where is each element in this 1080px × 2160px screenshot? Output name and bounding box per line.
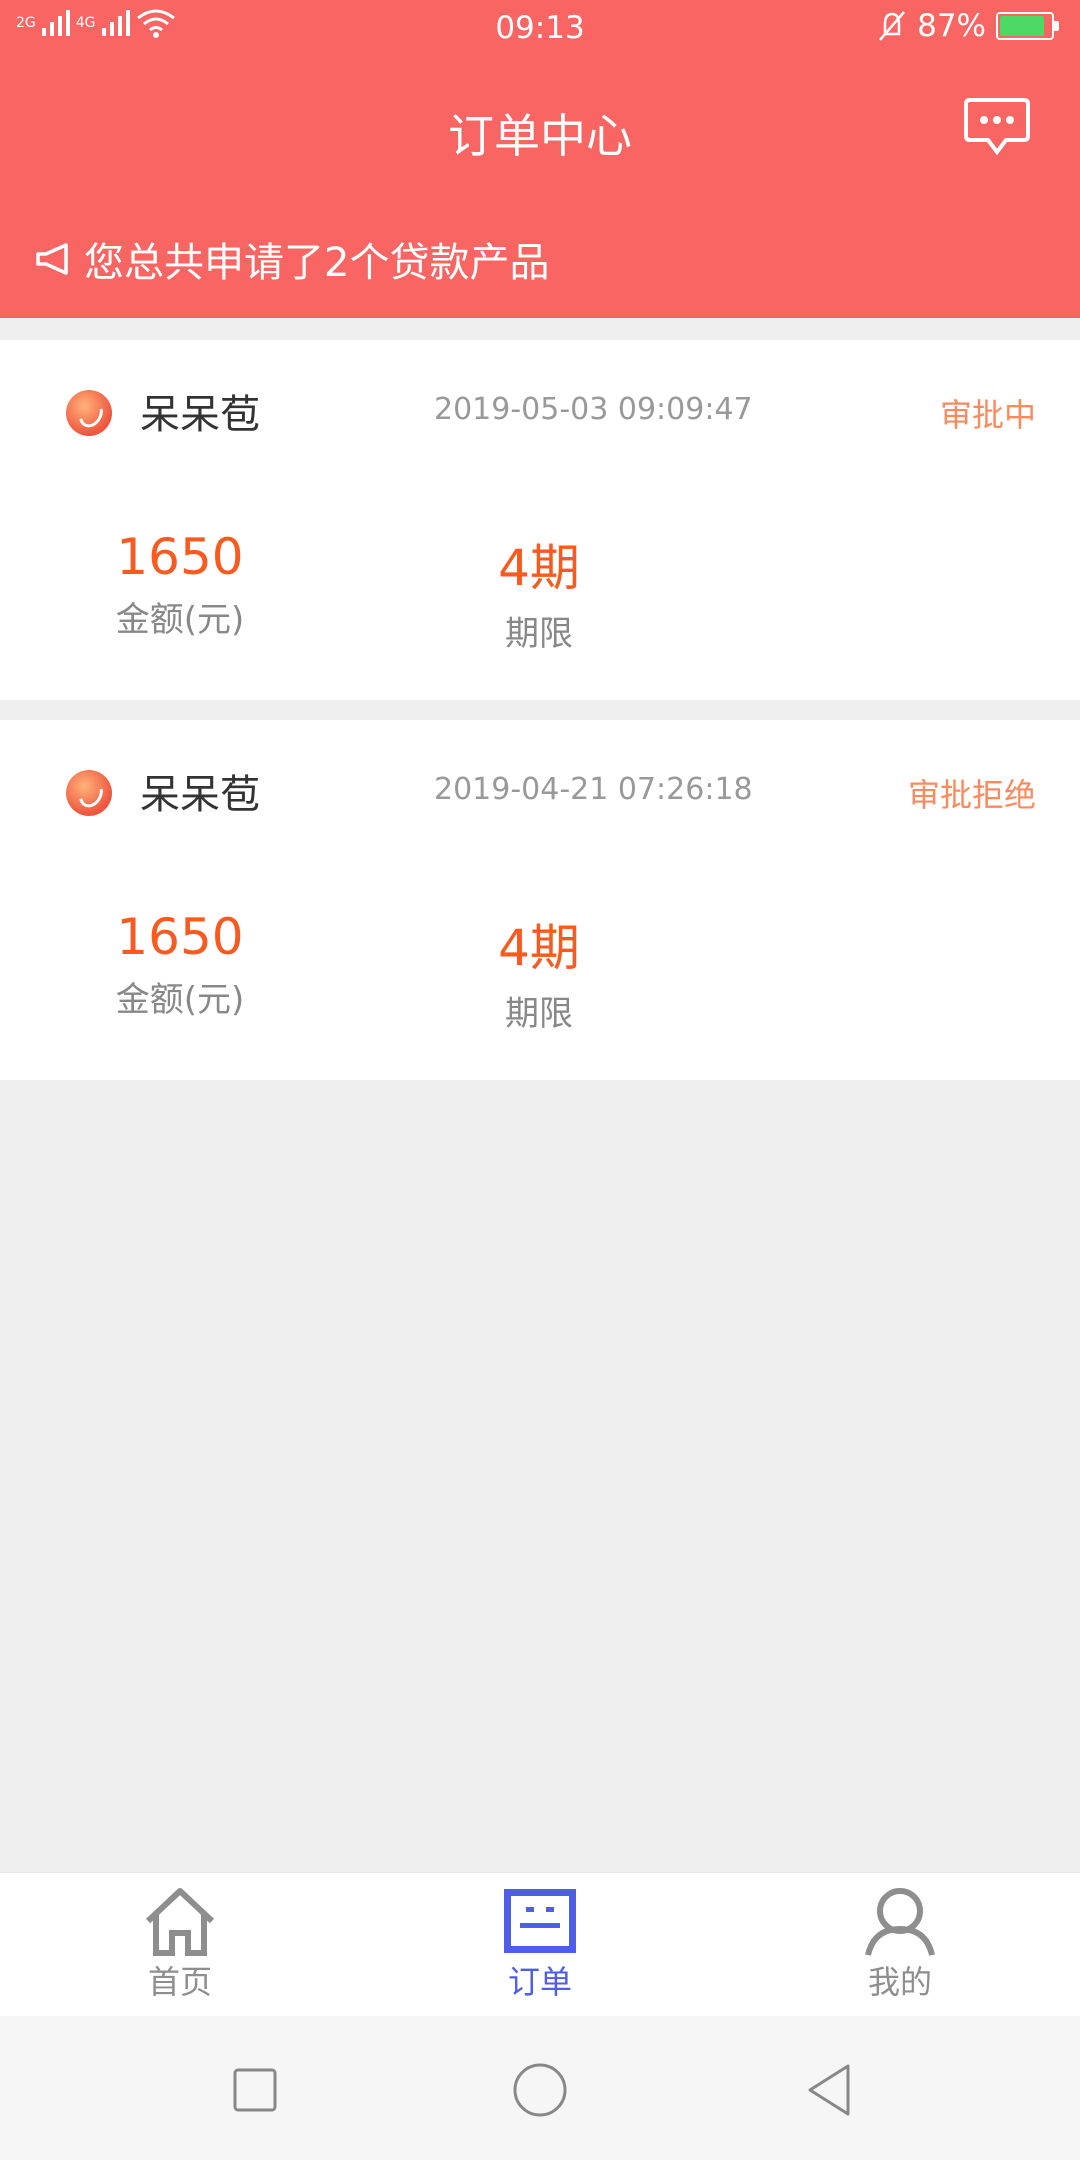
tab-profile-label: 我的 [867,1963,932,2001]
amount-label: 金额(元) [115,980,245,1020]
term-value: 4期 [498,539,580,597]
product-logo-icon [66,390,112,436]
square-icon [233,2068,277,2112]
triangle-back-icon [808,2064,850,2116]
amount-metric: 1650 金额(元) [30,528,330,641]
mute-bell-icon [879,11,906,41]
battery-percent: 87% [917,8,986,44]
order-card[interactable]: 呆呆苞 2019-04-21 07:26:18 审批拒绝 1650 金额(元) … [0,720,1080,1080]
back-button[interactable] [800,2060,860,2120]
header: 2G 4G 09:13 87% 订单中心 您总共申请了2个贷款产品 [0,0,1080,318]
tab-orders[interactable]: 订单 [460,1885,620,2003]
tab-home-label: 首页 [147,1963,212,2001]
term-label: 期限 [505,614,573,654]
product-logo-icon [66,770,112,816]
tab-home[interactable]: 首页 [100,1885,260,2003]
amount-value: 1650 [116,528,244,586]
tab-bar: 首页 订单 我的 [0,1872,1080,2016]
order-date: 2019-04-21 07:26:18 [434,772,753,807]
order-date: 2019-05-03 09:09:47 [434,392,753,427]
tab-profile[interactable]: 我的 [820,1885,980,2003]
notice-text: 您总共申请了2个贷款产品 [84,240,550,286]
term-metric: 4期 期限 [389,908,689,1035]
status-bar: 2G 4G 09:13 87% [0,0,1080,56]
message-button[interactable] [964,96,1030,158]
tab-orders-label: 订单 [507,1963,572,2001]
notice-bar: 您总共申请了2个贷款产品 [34,230,549,288]
recent-apps-button[interactable] [225,2060,285,2120]
order-icon [504,1889,576,1953]
order-card[interactable]: 呆呆苞 2019-05-03 09:09:47 审批中 1650 金额(元) 4… [0,340,1080,700]
product-name: 呆呆苞 [140,392,260,438]
profile-icon [865,1888,935,1956]
order-status: 审批拒绝 [907,776,1036,814]
page-title: 订单中心 [448,109,632,163]
home-nav-button[interactable] [510,2060,570,2120]
circle-icon [513,2063,567,2117]
battery-fill [1000,16,1044,36]
amount-metric: 1650 金额(元) [30,908,330,1021]
amount-value: 1650 [116,908,244,966]
product-name: 呆呆苞 [140,772,260,818]
megaphone-icon [36,243,68,275]
home-icon [145,1888,215,1956]
term-label: 期限 [505,994,573,1034]
amount-label: 金额(元) [115,600,245,640]
term-value: 4期 [498,919,580,977]
status-right: 87% [877,8,1059,44]
term-metric: 4期 期限 [389,528,689,655]
order-status: 审批中 [939,396,1036,434]
battery-icon [996,12,1059,40]
system-nav-bar [0,2016,1080,2160]
chat-bubble-icon [964,98,1030,156]
